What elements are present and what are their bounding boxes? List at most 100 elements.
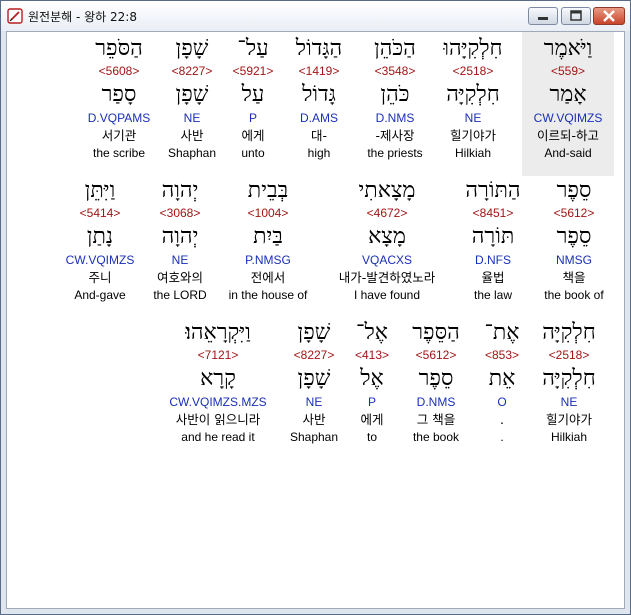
word-cell[interactable]: בְּבֵית <1004> בַּיִת P.NMSG 전에서 in the … bbox=[222, 174, 314, 318]
hebrew-surface: שָׁפָן bbox=[175, 36, 209, 61]
korean-gloss: 사반 bbox=[180, 128, 204, 143]
scroll-pen-icon bbox=[7, 8, 23, 24]
korean-gloss: 에게 bbox=[360, 412, 384, 427]
hebrew-surface: עַל־ bbox=[237, 36, 269, 61]
strong-number[interactable]: <853> bbox=[478, 348, 526, 362]
korean-gloss: 율법 bbox=[481, 270, 505, 285]
verse-row-2: סֵפֶר <5612> סֵפֶר NMSG 책을 the book of ה… bbox=[7, 174, 624, 318]
hebrew-lemma: סֵפֶר bbox=[418, 366, 454, 391]
strong-number[interactable]: <3548> bbox=[360, 64, 430, 78]
hebrew-lemma: סֵפֶר bbox=[556, 224, 592, 249]
strong-number[interactable]: <5608> bbox=[80, 64, 158, 78]
korean-gloss: 사반 bbox=[302, 412, 326, 427]
hebrew-lemma: יְהוָה bbox=[161, 224, 199, 249]
korean-gloss: 이르되-하고 bbox=[536, 128, 599, 143]
parsing-code: CW.VQIMZS.MZS bbox=[169, 395, 267, 409]
korean-gloss: 책을 bbox=[562, 270, 586, 285]
strong-number[interactable]: <5612> bbox=[402, 348, 470, 362]
korean-gloss: 주니 bbox=[88, 270, 112, 285]
maximize-icon bbox=[570, 10, 582, 21]
english-gloss: the scribe bbox=[92, 146, 146, 160]
strong-number[interactable]: <5414> bbox=[60, 206, 140, 220]
strong-number[interactable]: <2518> bbox=[534, 348, 604, 362]
strong-number[interactable]: <5612> bbox=[536, 206, 612, 220]
strong-number[interactable]: <8451> bbox=[456, 206, 530, 220]
strong-number[interactable]: <7121> bbox=[158, 348, 278, 362]
word-cell[interactable]: וַיֹּאמֶר <559> אָמַר CW.VQIMZS 이르되-하고 A… bbox=[522, 32, 614, 176]
word-cell[interactable]: הַסֹּפֵר <5608> סָפַר D.VQPAMS 서기관 the s… bbox=[80, 32, 158, 176]
word-cell[interactable]: הַסֵּפֶר <5612> סֵפֶר D.NMS 그 책을 the boo… bbox=[402, 316, 470, 460]
english-gloss: I have found bbox=[353, 288, 421, 302]
hebrew-surface: חִלְקִיָּהוּ bbox=[443, 36, 503, 61]
parsing-code: O bbox=[497, 395, 507, 409]
word-cell[interactable]: מָצָאתִי <4672> מָצָא VQACXS 내가-발견하였노라 I… bbox=[324, 174, 450, 318]
strong-number[interactable]: <4672> bbox=[324, 206, 450, 220]
word-cell[interactable]: יְהוָה <3068> יְהוָה NE 여호와의 the LORD bbox=[146, 174, 214, 318]
word-cell[interactable]: שָׁפָן <8227> שָׁפָן NE 사반 Shaphan bbox=[162, 32, 222, 176]
word-cell[interactable]: חִלְקִיָּה <2518> חִלְקִיָּה NE 힐기야가 Hil… bbox=[534, 316, 604, 460]
minimize-button[interactable] bbox=[528, 7, 558, 25]
hebrew-surface: הַסֵּפֶר bbox=[412, 320, 460, 345]
title-bar[interactable]: 원전분해 - 왕하 22:8 bbox=[1, 1, 630, 31]
strong-number[interactable]: <1004> bbox=[222, 206, 314, 220]
hebrew-surface: בְּבֵית bbox=[247, 178, 289, 203]
word-cell[interactable]: הַכֹּהֵן <3548> כֹּהֵן D.NMS -제사장 the pr… bbox=[360, 32, 430, 176]
word-cell[interactable]: עַל־ <5921> עַל P 에게 unto bbox=[228, 32, 278, 176]
hebrew-lemma: שָׁפָן bbox=[175, 82, 209, 107]
verse-row-3: חִלְקִיָּה <2518> חִלְקִיָּה NE 힐기야가 Hil… bbox=[7, 316, 624, 460]
word-cell[interactable]: סֵפֶר <5612> סֵפֶר NMSG 책을 the book of bbox=[536, 174, 612, 318]
parsing-code: NMSG bbox=[556, 253, 592, 267]
english-gloss: and he read it bbox=[181, 430, 255, 444]
parsing-code: NE bbox=[305, 395, 323, 409]
word-cell[interactable]: וַיִּקְרָאֵהוּ׃ <7121> קָרָא CW.VQIMZS.M… bbox=[158, 316, 278, 460]
maximize-button[interactable] bbox=[561, 7, 591, 25]
korean-gloss: 그 책을 bbox=[416, 412, 456, 427]
strong-number[interactable]: <559> bbox=[522, 64, 614, 78]
strong-number[interactable]: <2518> bbox=[432, 64, 514, 78]
english-gloss: to bbox=[366, 430, 377, 444]
word-cell[interactable]: וַיִּתֵּן <5414> נָתַן CW.VQIMZS 주니 And-… bbox=[60, 174, 140, 318]
english-gloss: unto bbox=[241, 146, 265, 160]
english-gloss: Shaphan bbox=[289, 430, 339, 444]
word-cell[interactable]: הַגָּדוֹל <1419> גָּדוֹל D.AMS 대- high bbox=[286, 32, 352, 176]
hebrew-lemma: אֵת bbox=[488, 366, 516, 391]
hebrew-lemma: חִלְקִיָּה bbox=[446, 82, 500, 107]
korean-gloss: -제사장 bbox=[375, 128, 415, 143]
word-cell[interactable]: אֶת־ <853> אֵת O . . bbox=[478, 316, 526, 460]
window-title: 원전분해 - 왕하 22:8 bbox=[28, 10, 137, 24]
strong-number[interactable]: <8227> bbox=[162, 64, 222, 78]
word-cell[interactable]: חִלְקִיָּהוּ <2518> חִלְקִיָּה NE 힐기야가 H… bbox=[432, 32, 514, 176]
hebrew-lemma: נָתַן bbox=[86, 224, 114, 249]
strong-number[interactable]: <3068> bbox=[146, 206, 214, 220]
close-button[interactable] bbox=[593, 7, 625, 25]
hebrew-surface: וַיֹּאמֶר bbox=[543, 36, 593, 61]
hebrew-lemma: תּוֹרָה bbox=[471, 224, 515, 249]
hebrew-surface: שָׁפָן bbox=[297, 320, 331, 345]
word-cell[interactable]: אֶל־ <413> אֶל P 에게 to bbox=[348, 316, 396, 460]
hebrew-lemma: סָפַר bbox=[101, 82, 137, 107]
hebrew-surface: וַיִּתֵּן bbox=[84, 178, 116, 203]
english-gloss: the book bbox=[412, 430, 460, 444]
strong-number[interactable]: <5921> bbox=[228, 64, 278, 78]
parsing-code: D.AMS bbox=[299, 111, 338, 125]
english-gloss: the LORD bbox=[153, 288, 207, 302]
parsing-code: D.VQPAMS bbox=[87, 111, 151, 125]
parsing-code: P bbox=[367, 395, 376, 409]
parsing-code: NE bbox=[464, 111, 482, 125]
parsing-code: D.NMS bbox=[375, 111, 415, 125]
word-cell[interactable]: שָׁפָן <8227> שָׁפָן NE 사반 Shaphan bbox=[284, 316, 344, 460]
strong-number[interactable]: <1419> bbox=[286, 64, 352, 78]
word-cell[interactable]: הַתּוֹרָה <8451> תּוֹרָה D.NFS 율법 the la… bbox=[456, 174, 530, 318]
hebrew-surface: אֶל־ bbox=[356, 320, 388, 345]
hebrew-surface: סֵפֶר bbox=[556, 178, 592, 203]
parsing-code: CW.VQIMZS bbox=[533, 111, 603, 125]
english-gloss: Hilkiah bbox=[454, 146, 491, 160]
hebrew-surface: הַגָּדוֹל bbox=[295, 36, 343, 61]
hebrew-surface: יְהוָה bbox=[161, 178, 199, 203]
hebrew-surface: מָצָאתִי bbox=[358, 178, 416, 203]
korean-gloss: 사반이 읽으니라 bbox=[175, 412, 261, 427]
strong-number[interactable]: <8227> bbox=[284, 348, 344, 362]
parsing-code: D.NFS bbox=[475, 253, 511, 267]
strong-number[interactable]: <413> bbox=[348, 348, 396, 362]
parsing-code: NE bbox=[171, 253, 189, 267]
